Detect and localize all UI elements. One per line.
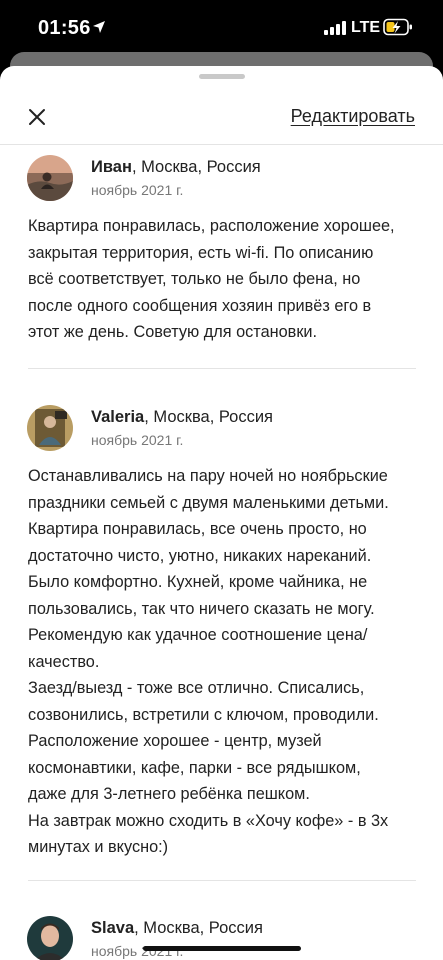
avatar[interactable]	[27, 405, 73, 451]
review-divider	[28, 368, 416, 369]
reviewer-name: Valeria	[91, 408, 145, 426]
reviewer-name: Иван	[91, 158, 132, 176]
avatar[interactable]	[27, 155, 73, 201]
reviewer-location: , Москва, Россия	[144, 408, 273, 426]
network-type: LTE	[351, 19, 381, 36]
reviewer-location: , Москва, Россия	[131, 158, 261, 176]
edit-link[interactable]: Редактировать	[291, 106, 415, 127]
close-icon[interactable]	[26, 106, 48, 128]
sheet-grabber[interactable]	[199, 74, 245, 79]
signal-icon	[324, 21, 346, 35]
status-time: 01:56	[38, 17, 91, 39]
reviewer-name: Slava	[91, 919, 135, 937]
reviews-sheet: Редактировать Иван, Москва, Россия ноябр…	[0, 66, 443, 960]
status-bar: 01:56 LTE	[0, 0, 443, 60]
review-divider	[28, 880, 416, 881]
review-date: ноябрь 2021 г.	[91, 432, 184, 448]
reviewer-location: , Москва, Россия	[134, 919, 263, 937]
reviewer-line: Valeria, Москва, Россия	[91, 408, 273, 427]
review-date: ноябрь 2021 г.	[91, 182, 184, 198]
review-text: Квартира понравилась, расположение хорош…	[28, 217, 395, 341]
avatar[interactable]	[27, 916, 73, 960]
location-arrow-icon	[93, 21, 105, 33]
header-divider	[0, 144, 443, 145]
reviewer-line: Иван, Москва, Россия	[91, 158, 261, 177]
review-text: Останавливались на пару ночей но ноябрьс…	[28, 467, 389, 856]
battery-charging-icon	[383, 18, 412, 36]
home-indicator[interactable]	[143, 946, 301, 951]
reviewer-line: Slava, Москва, Россия	[91, 919, 263, 938]
